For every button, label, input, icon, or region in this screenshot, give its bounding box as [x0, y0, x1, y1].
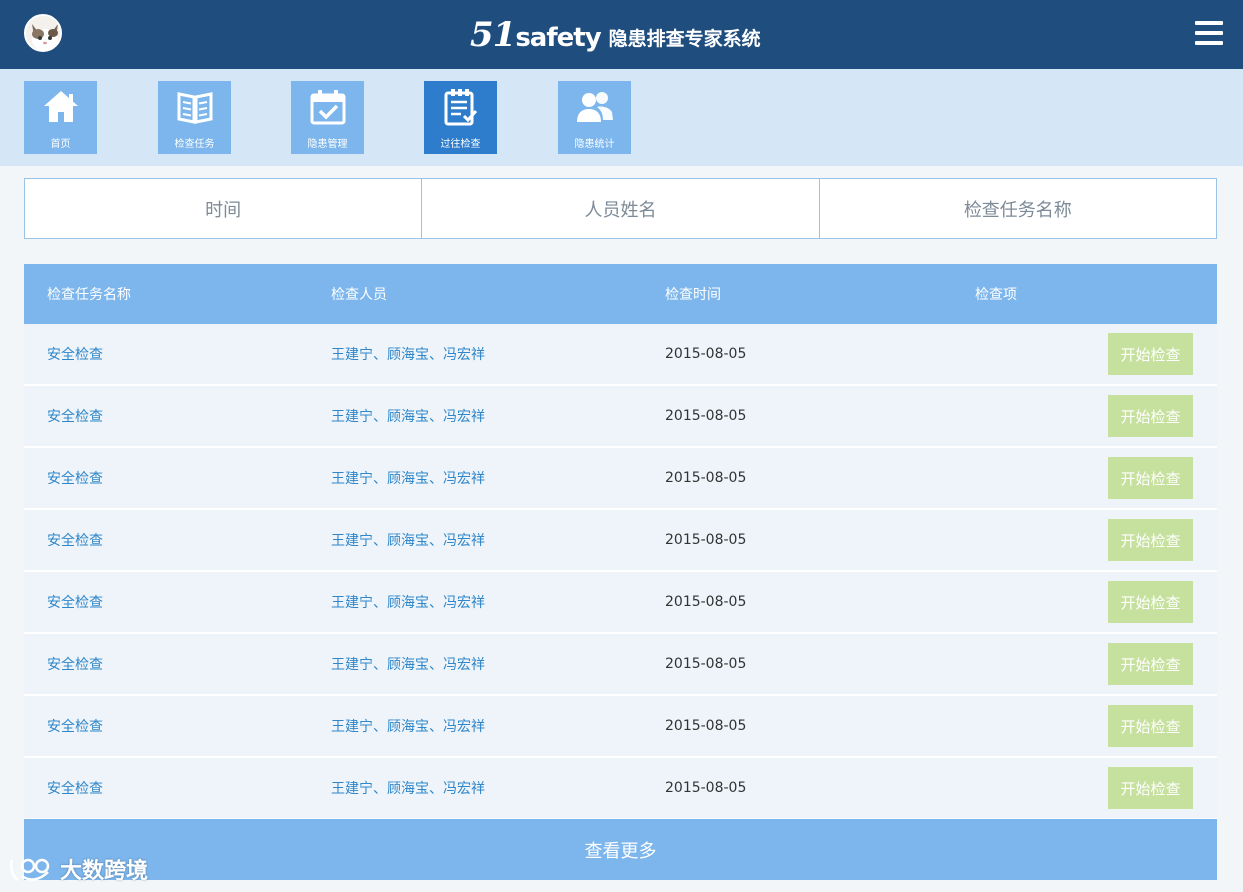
inspectors-cell[interactable]: 王建宁、顾海宝、冯宏祥 — [331, 386, 485, 446]
nav-label: 检查任务 — [174, 139, 215, 150]
main-nav: 首页 检查任务 隐患管理 过往检查 隐患统计 — [0, 69, 1243, 166]
date-cell: 2015-08-05 — [665, 346, 747, 362]
nav-item-tasks[interactable]: 检查任务 — [158, 81, 231, 154]
inspectors-cell[interactable]: 王建宁、顾海宝、冯宏祥 — [331, 448, 485, 508]
column-header-items: 检查项 — [975, 287, 1017, 303]
filter-tab-person-name[interactable]: 人员姓名 — [421, 179, 818, 238]
start-check-button[interactable]: 开始检查 — [1108, 581, 1193, 623]
task-name-cell[interactable]: 安全检查 — [47, 324, 103, 384]
table-row: 安全检查 王建宁、顾海宝、冯宏祥 2015-08-05 开始检查 — [24, 572, 1217, 634]
task-name-cell[interactable]: 安全检查 — [47, 448, 103, 508]
watermark-logo-icon — [10, 858, 50, 882]
date-cell: 2015-08-05 — [665, 532, 747, 548]
table-row: 安全检查 王建宁、顾海宝、冯宏祥 2015-08-05 开始检查 — [24, 696, 1217, 758]
task-name-cell[interactable]: 安全检查 — [47, 696, 103, 756]
start-check-button[interactable]: 开始检查 — [1108, 333, 1193, 375]
date-cell: 2015-08-05 — [665, 470, 747, 486]
menu-icon-bar — [1195, 41, 1223, 45]
filter-tab-time[interactable]: 时间 — [25, 179, 421, 238]
nav-label: 首页 — [50, 139, 71, 150]
watermark-text: 大数跨境 — [60, 859, 149, 884]
inspectors-cell[interactable]: 王建宁、顾海宝、冯宏祥 — [331, 572, 485, 632]
start-check-button[interactable]: 开始检查 — [1108, 395, 1193, 437]
table-row: 安全检查 王建宁、顾海宝、冯宏祥 2015-08-05 开始检查 — [24, 386, 1217, 448]
inspection-table: 检查任务名称 检查人员 检查时间 检查项 安全检查 王建宁、顾海宝、冯宏祥 20… — [24, 264, 1217, 820]
task-name-cell[interactable]: 安全检查 — [47, 386, 103, 446]
filter-tab-task-name[interactable]: 检查任务名称 — [818, 179, 1216, 238]
calendar-check-icon — [310, 90, 346, 125]
nav-item-past-checks[interactable]: 过往检查 — [424, 81, 497, 154]
task-name-cell[interactable]: 安全检查 — [47, 572, 103, 632]
date-cell: 2015-08-05 — [665, 656, 747, 672]
watermark: 大数跨境 — [8, 852, 148, 886]
hamburger-menu-button[interactable] — [1193, 18, 1227, 48]
table-row: 安全检查 王建宁、顾海宝、冯宏祥 2015-08-05 开始检查 — [24, 634, 1217, 696]
start-check-button[interactable]: 开始检查 — [1108, 705, 1193, 747]
date-cell: 2015-08-05 — [665, 780, 747, 796]
nav-label: 过往检查 — [440, 139, 481, 150]
filter-tabs: 时间 人员姓名 检查任务名称 — [24, 178, 1217, 239]
task-name-cell[interactable]: 安全检查 — [47, 634, 103, 694]
menu-icon-bar — [1195, 21, 1223, 25]
home-icon — [44, 91, 78, 122]
start-check-button[interactable]: 开始检查 — [1108, 519, 1193, 561]
date-cell: 2015-08-05 — [665, 408, 747, 424]
date-cell: 2015-08-05 — [665, 718, 747, 734]
date-cell: 2015-08-05 — [665, 594, 747, 610]
table-header: 检查任务名称 检查人员 检查时间 检查项 — [24, 264, 1217, 324]
clipboard-check-icon — [444, 89, 478, 126]
table-row: 安全检查 王建宁、顾海宝、冯宏祥 2015-08-05 开始检查 — [24, 324, 1217, 386]
nav-item-hazards[interactable]: 隐患管理 — [291, 81, 364, 154]
table-row: 安全检查 王建宁、顾海宝、冯宏祥 2015-08-05 开始检查 — [24, 510, 1217, 572]
brand-word: safety — [515, 23, 601, 53]
inspectors-cell[interactable]: 王建宁、顾海宝、冯宏祥 — [331, 634, 485, 694]
book-icon — [177, 92, 213, 124]
inspectors-cell[interactable]: 王建宁、顾海宝、冯宏祥 — [331, 510, 485, 570]
nav-label: 隐患统计 — [574, 139, 615, 150]
user-avatar[interactable] — [24, 14, 62, 52]
nav-item-statistics[interactable]: 隐患统计 — [558, 81, 631, 154]
users-icon — [577, 92, 613, 122]
view-more-button[interactable]: 查看更多 — [24, 819, 1217, 880]
start-check-button[interactable]: 开始检查 — [1108, 643, 1193, 685]
column-header-date: 检查时间 — [665, 287, 721, 303]
top-header: 51safety 隐患排查专家系统 — [0, 0, 1243, 69]
menu-icon-bar — [1195, 31, 1223, 35]
inspectors-cell[interactable]: 王建宁、顾海宝、冯宏祥 — [331, 696, 485, 756]
brand-mark: 51safety — [470, 15, 602, 55]
column-header-inspectors: 检查人员 — [331, 287, 387, 303]
brand-number: 51 — [470, 15, 516, 55]
cat-avatar-icon — [26, 16, 60, 50]
column-header-task-name: 检查任务名称 — [47, 287, 131, 303]
brand-name: 隐患排查专家系统 — [608, 27, 761, 50]
nav-label: 隐患管理 — [307, 139, 348, 150]
task-name-cell[interactable]: 安全检查 — [47, 510, 103, 570]
start-check-button[interactable]: 开始检查 — [1108, 767, 1193, 809]
nav-item-home[interactable]: 首页 — [24, 81, 97, 154]
start-check-button[interactable]: 开始检查 — [1108, 457, 1193, 499]
brand-logo: 51safety 隐患排查专家系统 — [470, 10, 761, 60]
inspectors-cell[interactable]: 王建宁、顾海宝、冯宏祥 — [331, 758, 485, 818]
table-row: 安全检查 王建宁、顾海宝、冯宏祥 2015-08-05 开始检查 — [24, 448, 1217, 510]
task-name-cell[interactable]: 安全检查 — [47, 758, 103, 818]
inspectors-cell[interactable]: 王建宁、顾海宝、冯宏祥 — [331, 324, 485, 384]
table-row: 安全检查 王建宁、顾海宝、冯宏祥 2015-08-05 开始检查 — [24, 758, 1217, 820]
